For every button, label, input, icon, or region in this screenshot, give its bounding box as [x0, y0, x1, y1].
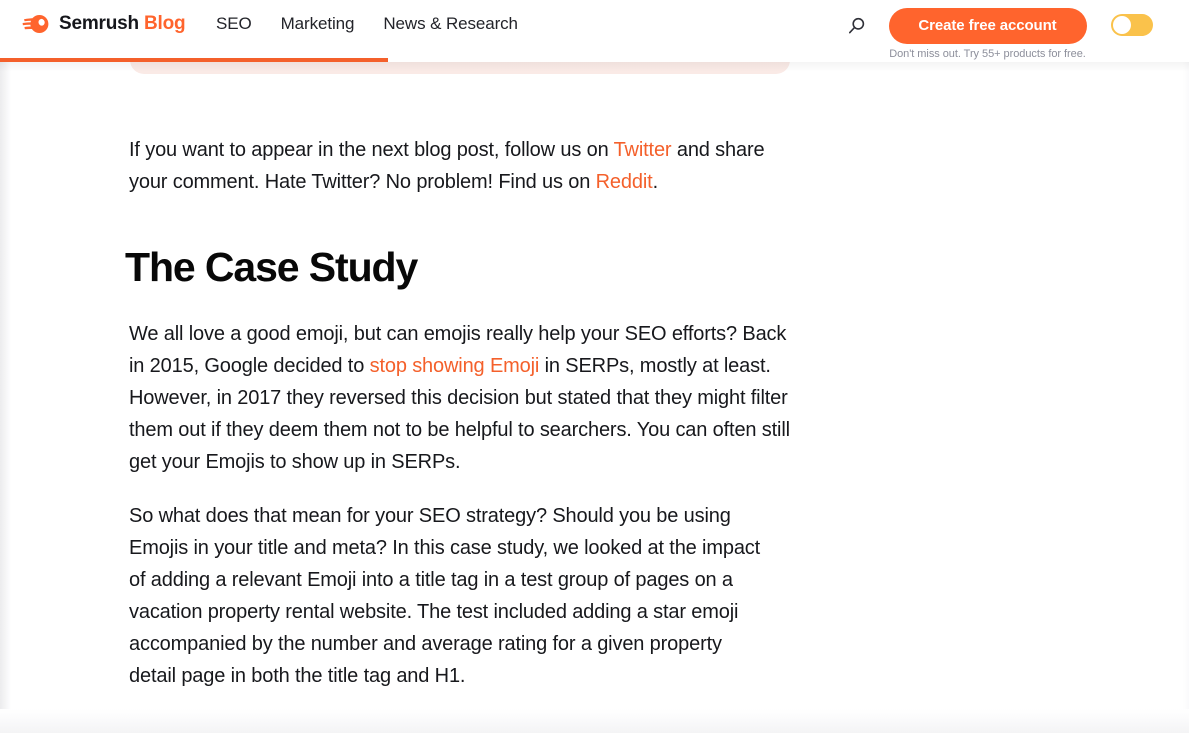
reading-progress-bar	[0, 58, 1189, 62]
paragraph-intro: If you want to appear in the next blog p…	[129, 134, 789, 198]
paragraph-two: So what does that mean for your SEO stra…	[129, 505, 761, 687]
reading-progress-fill	[0, 58, 388, 62]
section-heading-case-study: The Case Study	[125, 244, 418, 290]
search-icon[interactable]	[844, 13, 870, 39]
nav-item-seo[interactable]: SEO	[216, 14, 252, 34]
main-navigation: SEO Marketing News & Research	[216, 14, 518, 34]
paragraph-one: We all love a good emoji, but can emojis…	[129, 318, 794, 478]
logo-wordmark: Semrush Blog	[59, 13, 186, 35]
page-edge-bottom-shadow	[0, 709, 1189, 733]
browser-viewport: If you want to appear in the next blog p…	[0, 0, 1189, 733]
twitter-link[interactable]: Twitter	[614, 139, 672, 161]
nav-item-marketing[interactable]: Marketing	[281, 14, 355, 34]
site-logo[interactable]: Semrush Blog	[22, 12, 186, 36]
intro-text-before-twitter: If you want to appear in the next blog p…	[129, 139, 614, 161]
theme-toggle-switch[interactable]	[1111, 14, 1153, 36]
theme-toggle-knob	[1113, 16, 1131, 34]
stop-showing-emoji-link[interactable]: stop showing Emoji	[370, 355, 540, 377]
logo-brand-text: Semrush	[59, 13, 139, 34]
page-edge-right-shadow	[1183, 0, 1189, 733]
reddit-link[interactable]: Reddit	[596, 171, 653, 193]
semrush-comet-logo-icon	[22, 12, 50, 36]
cta-block: Create free account Don't miss out. Try …	[880, 8, 1095, 60]
logo-section-text: Blog	[144, 13, 186, 34]
create-free-account-button[interactable]: Create free account	[888, 8, 1087, 44]
site-header: Semrush Blog SEO Marketing News & Resear…	[0, 0, 1189, 72]
page-edge-left-shadow	[0, 0, 11, 733]
nav-item-news-and-research[interactable]: News & Research	[383, 14, 518, 34]
intro-text-end: .	[652, 171, 659, 193]
